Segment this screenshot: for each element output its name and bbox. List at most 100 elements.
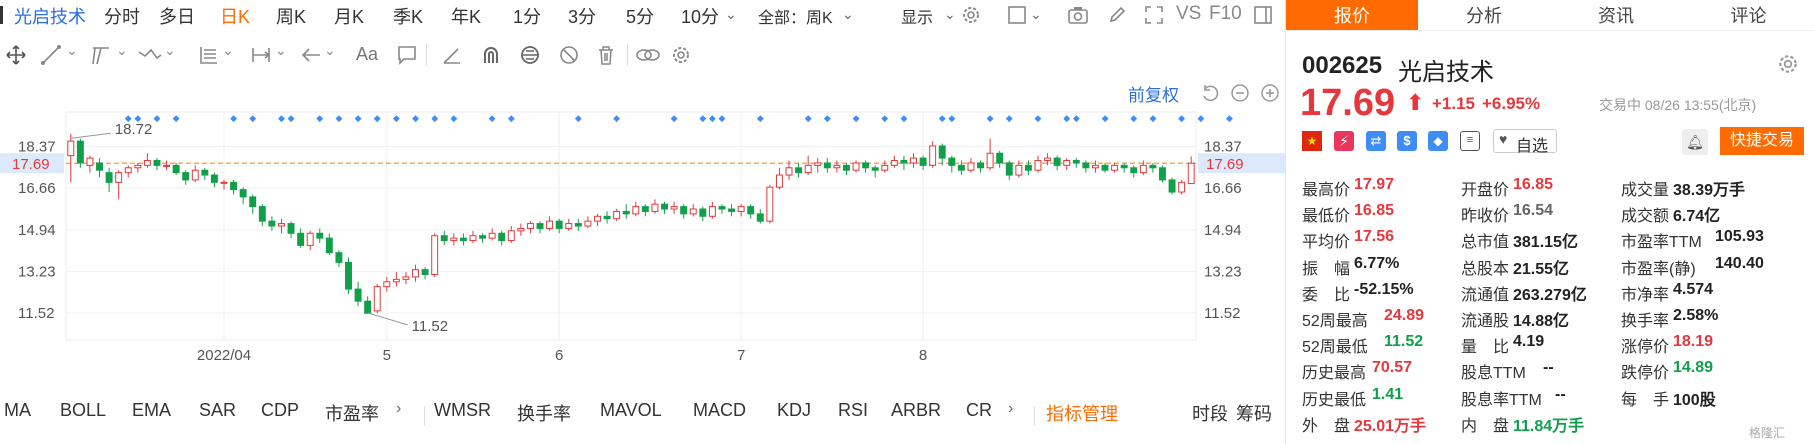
stat-label: 振 幅 bbox=[1302, 260, 1351, 278]
candle-body bbox=[574, 223, 582, 227]
trade-status: 交易中 08/26 13:55(北京) bbox=[1599, 97, 1757, 113]
candle-body bbox=[364, 300, 372, 314]
tab-comments[interactable]: 评论 bbox=[1682, 0, 1814, 30]
indicator-turnover[interactable]: 换手率 bbox=[517, 400, 571, 426]
candle-body bbox=[728, 208, 736, 212]
candle-body bbox=[881, 164, 889, 171]
candlestick-chart[interactable]: 18.37 18.37 16.66 16.66 14.94 14.94 13.23 13.23… bbox=[0, 0, 1285, 392]
stat-value: 24.89 bbox=[1384, 307, 1425, 324]
y-tick-label-left: 16.66 bbox=[18, 180, 56, 197]
candle-body bbox=[306, 232, 314, 246]
chevron-right-icon[interactable]: › bbox=[396, 400, 401, 418]
candle-body bbox=[191, 169, 199, 181]
bell-icon[interactable]: 🔔︎ bbox=[1682, 129, 1708, 155]
candle-body bbox=[890, 160, 898, 166]
candle-body bbox=[804, 164, 812, 174]
stat-value: 16.85 bbox=[1513, 176, 1554, 193]
indicator-kdj[interactable]: KDJ bbox=[777, 400, 811, 421]
notes-icon[interactable]: ≡ bbox=[1460, 131, 1480, 151]
candle-body bbox=[862, 162, 870, 169]
stat-label: 流通值 bbox=[1461, 286, 1510, 304]
indicator-arbr[interactable]: ARBR bbox=[891, 400, 941, 421]
stock-code: 002625 bbox=[1302, 52, 1383, 79]
event-marker-icon: ◆ bbox=[824, 113, 831, 123]
candle-body bbox=[1130, 167, 1138, 174]
stat-label: 跌停价 bbox=[1621, 365, 1670, 383]
candle-body bbox=[613, 210, 621, 220]
candle-body bbox=[421, 269, 429, 276]
candle-body bbox=[373, 286, 381, 312]
candle-body bbox=[977, 162, 985, 169]
stat-value: 11.84万手 bbox=[1513, 417, 1585, 435]
candle-body bbox=[1178, 181, 1186, 193]
connect-icon[interactable]: ⇄ bbox=[1366, 131, 1386, 151]
stat-label: 最高价 bbox=[1302, 182, 1351, 199]
candle-body bbox=[354, 288, 362, 302]
gear-icon[interactable] bbox=[1776, 52, 1800, 76]
event-marker-icon: ◆ bbox=[230, 113, 237, 123]
arrow-up-icon: ⬆ bbox=[1406, 90, 1425, 115]
indicator-boll[interactable]: BOLL bbox=[60, 400, 106, 421]
event-marker-icon: ◆ bbox=[1149, 113, 1156, 123]
indicator-sar[interactable]: SAR bbox=[199, 400, 236, 421]
event-marker-icon: ◆ bbox=[881, 113, 888, 123]
candle-body bbox=[957, 164, 965, 171]
candle-body bbox=[747, 206, 755, 215]
tab-quote[interactable]: 报价 bbox=[1286, 0, 1418, 30]
candle-body bbox=[641, 206, 649, 212]
session-button[interactable]: 时段 bbox=[1192, 400, 1228, 426]
dollar-icon[interactable]: $ bbox=[1397, 131, 1417, 151]
margin-icon[interactable]: ⚡ bbox=[1334, 131, 1354, 151]
candle-body bbox=[469, 235, 477, 242]
indicator-wmsr[interactable]: WMSR bbox=[434, 400, 491, 421]
stat-value: 70.57 bbox=[1372, 359, 1413, 377]
candle-body bbox=[258, 206, 266, 222]
candle-body bbox=[919, 157, 927, 166]
candle-body bbox=[134, 164, 142, 169]
candle-body bbox=[1034, 160, 1042, 171]
stat-value: 2.58% bbox=[1673, 307, 1719, 324]
stat-label: 总市值 bbox=[1461, 234, 1510, 252]
tag-icon[interactable]: ◆ bbox=[1428, 131, 1448, 151]
chevron-right-icon[interactable]: › bbox=[1008, 400, 1013, 418]
stat-label: 委 比 bbox=[1302, 286, 1351, 304]
indicator-cr[interactable]: CR bbox=[966, 400, 992, 421]
event-marker-icon: ◆ bbox=[374, 113, 381, 123]
indicator-cdp[interactable]: CDP bbox=[261, 400, 299, 421]
event-marker-icon: ◆ bbox=[508, 113, 515, 123]
candle-body bbox=[689, 208, 697, 215]
stat-value: 4.574 bbox=[1673, 280, 1714, 298]
candle-body bbox=[555, 220, 563, 229]
tab-news[interactable]: 资讯 bbox=[1550, 0, 1682, 30]
indicator-ma[interactable]: MA bbox=[4, 400, 31, 421]
candle-body bbox=[680, 206, 688, 215]
candle-body bbox=[440, 235, 448, 242]
candle-body bbox=[1005, 162, 1013, 176]
candle-body bbox=[297, 232, 305, 246]
candle-body bbox=[603, 215, 611, 220]
candle-body bbox=[230, 181, 238, 191]
indicator-mavol[interactable]: MAVOL bbox=[600, 400, 662, 421]
indicator-ema[interactable]: EMA bbox=[132, 400, 171, 421]
low-annotation-label: 11.52 bbox=[412, 318, 448, 335]
candle-body bbox=[1063, 160, 1071, 166]
x-tick-label: 7 bbox=[737, 347, 745, 364]
stat-label: 涨停价 bbox=[1621, 339, 1670, 357]
candle-body bbox=[239, 189, 247, 198]
event-marker-icon: ◆ bbox=[939, 113, 946, 123]
stat-value: -52.15% bbox=[1354, 280, 1414, 298]
candle-body bbox=[402, 276, 410, 280]
stat-value: 6.74亿 bbox=[1673, 208, 1721, 226]
china-flag-icon: ★ bbox=[1302, 131, 1322, 151]
candle-body bbox=[651, 203, 659, 212]
indicator-macd[interactable]: MACD bbox=[693, 400, 746, 421]
candle-body bbox=[823, 162, 831, 169]
indicator-pe[interactable]: 市盈率 bbox=[325, 400, 379, 426]
quick-trade-button[interactable]: 快捷交易 bbox=[1720, 127, 1804, 155]
indicator-rsi[interactable]: RSI bbox=[838, 400, 868, 421]
tab-analysis[interactable]: 分析 bbox=[1418, 0, 1550, 30]
candle-body bbox=[699, 208, 707, 217]
chips-button[interactable]: 筹码 bbox=[1236, 400, 1272, 426]
indicator-manage-button[interactable]: 指标管理 bbox=[1046, 400, 1118, 426]
candle-body bbox=[536, 223, 544, 229]
